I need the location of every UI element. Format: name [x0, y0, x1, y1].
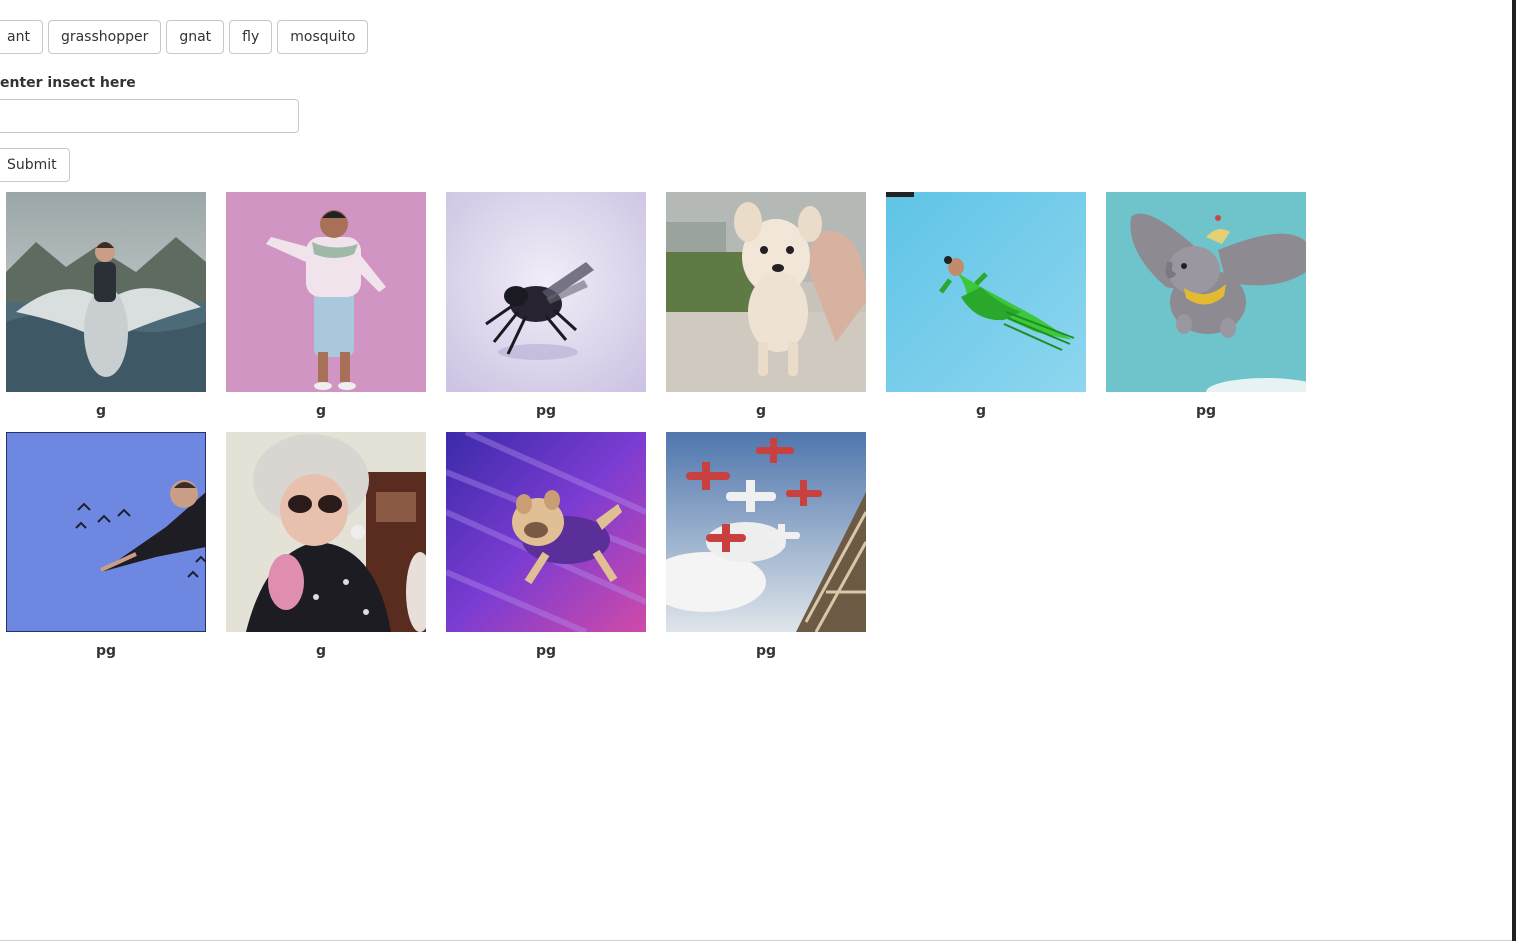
gif-rating: g: [316, 403, 327, 419]
gif-image-airplanes[interactable]: [666, 432, 866, 632]
tag-button-mosquito[interactable]: mosquito: [277, 20, 369, 54]
tag-button-grasshopper[interactable]: grasshopper: [47, 20, 162, 54]
gif-image-rider-on-bird[interactable]: [6, 192, 206, 392]
submit-button[interactable]: Submit: [0, 148, 70, 182]
gif-rating: pg: [536, 403, 557, 419]
gif-rating: pg: [1196, 403, 1217, 419]
gif-image-fly[interactable]: [446, 192, 646, 392]
window-edge: [1512, 0, 1516, 941]
gif-rating: g: [976, 403, 987, 419]
gif-rating: pg: [536, 643, 557, 659]
gif-image-flying-elephant[interactable]: [1106, 192, 1306, 392]
gif-rating: g: [96, 403, 107, 419]
gif-image-flying-pug[interactable]: [446, 432, 646, 632]
gif-rating: pg: [96, 643, 117, 659]
insect-input[interactable]: [0, 99, 299, 133]
tag-button-gnat[interactable]: gnat: [166, 20, 225, 54]
tag-button-fly[interactable]: fly: [229, 20, 273, 54]
tag-button-ant[interactable]: ant: [0, 20, 43, 54]
gif-rating: g: [756, 403, 767, 419]
gif-rating: pg: [756, 643, 777, 659]
gif-image-man-flying-with-birds[interactable]: [6, 432, 206, 632]
insect-input-label: enter insect here: [0, 75, 136, 91]
gif-image-flying-puppy[interactable]: [666, 192, 866, 392]
insect-tag-buttons: ant grasshopper gnat fly mosquito: [0, 20, 369, 54]
gif-image-green-cartoon-flying[interactable]: [886, 192, 1086, 392]
gif-image-dancing-man[interactable]: [226, 192, 426, 392]
gif-rating: g: [316, 643, 327, 659]
gif-image-old-woman-mirror[interactable]: [226, 432, 426, 632]
